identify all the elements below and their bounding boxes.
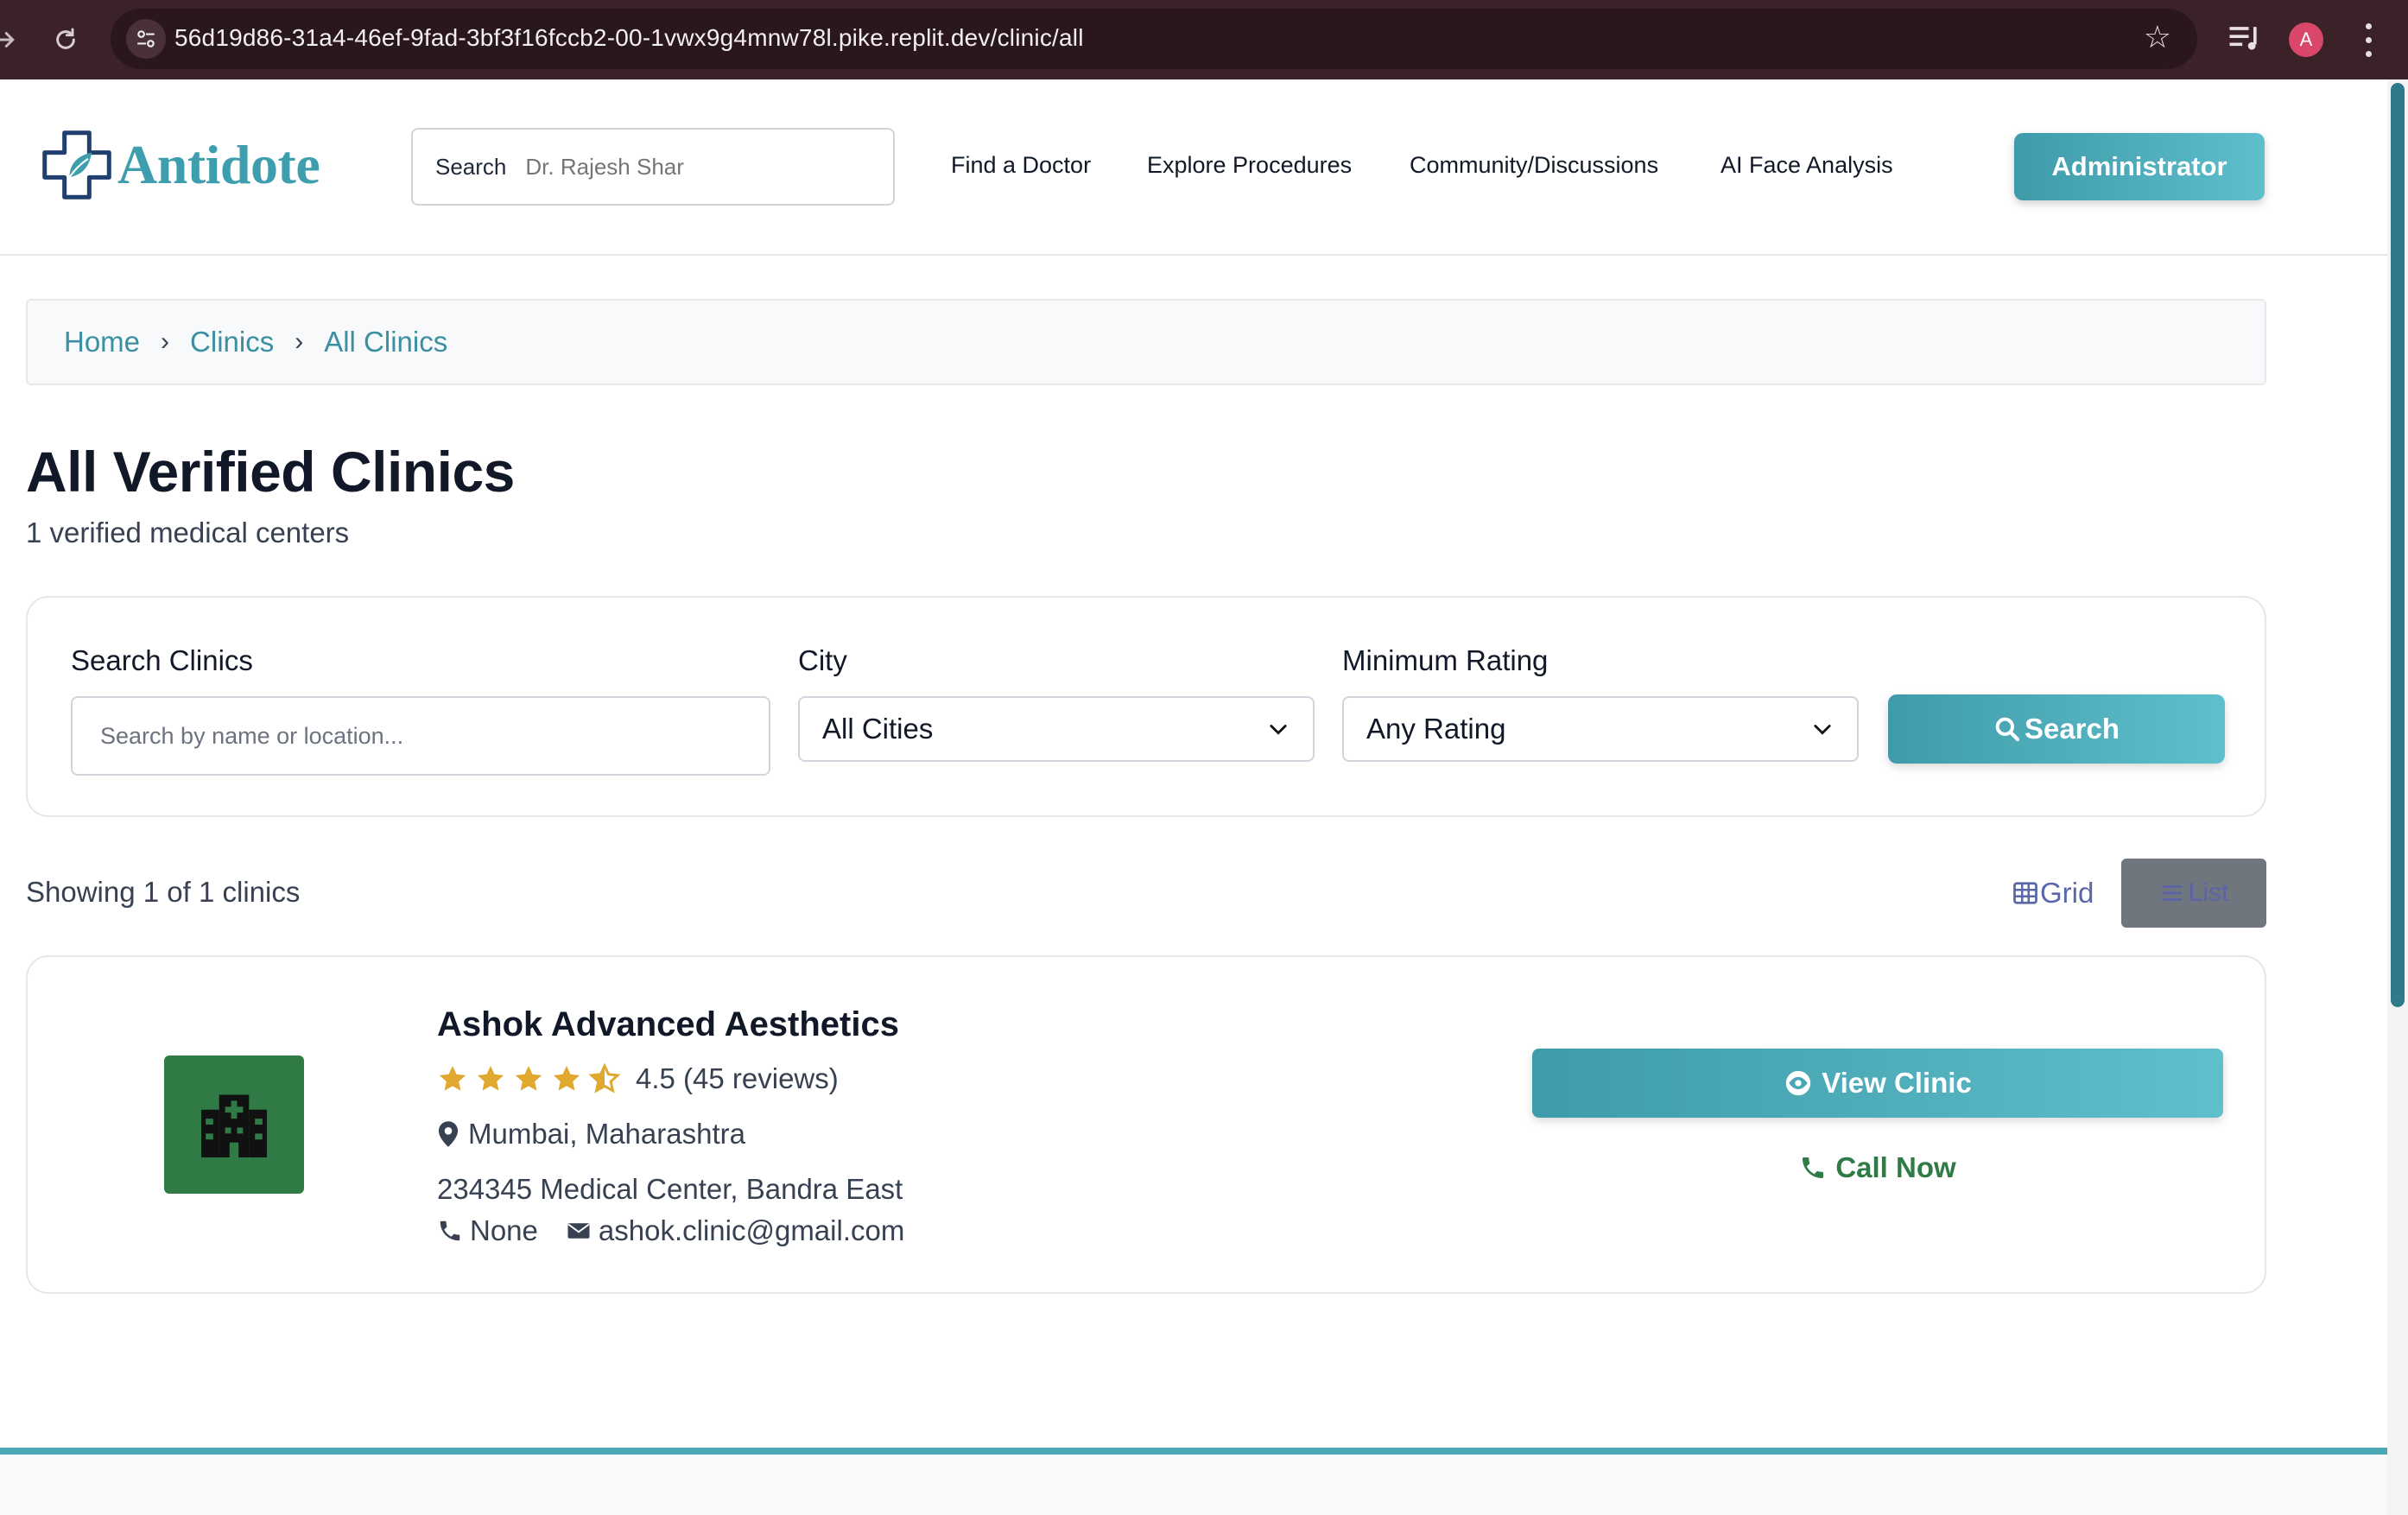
- browser-menu-icon[interactable]: [2356, 19, 2380, 60]
- grid-label: Grid: [2040, 877, 2094, 909]
- clinic-city-text: Mumbai, Maharashtra: [468, 1118, 745, 1150]
- list-label: List: [2188, 878, 2229, 907]
- city-select-value: All Cities: [822, 713, 934, 745]
- city-select[interactable]: All Cities: [798, 696, 1315, 762]
- clinic-rating: 4.5 (45 reviews): [437, 1062, 839, 1095]
- site-logo[interactable]: Antidote: [40, 128, 320, 202]
- breadcrumb-clinics[interactable]: Clinics: [190, 326, 274, 358]
- chevron-right-icon: ›: [295, 327, 304, 356]
- filter-card: Search Clinics Search by name or locatio…: [26, 596, 2266, 817]
- phone-icon: [440, 1220, 460, 1241]
- nav-find-doctor[interactable]: Find a Doctor: [951, 152, 1091, 179]
- url-text: 56d19d86-31a4-46ef-9fad-3bf3f16fccb2-00-…: [174, 24, 1084, 51]
- nav-ai-face-analysis[interactable]: AI Face Analysis: [1720, 152, 1893, 179]
- results-count: Showing 1 of 1 clinics: [26, 876, 301, 908]
- envelope-icon: [567, 1223, 590, 1239]
- clinic-phone: None: [470, 1214, 538, 1246]
- header-search-label: Search: [435, 153, 507, 180]
- rating-select-value: Any Rating: [1366, 713, 1506, 745]
- search-button-label: Search: [2024, 713, 2120, 745]
- phone-icon: [1803, 1157, 1824, 1178]
- search-icon: [1995, 717, 2020, 742]
- header-search-input[interactable]: [525, 153, 854, 181]
- breadcrumb-home[interactable]: Home: [64, 326, 140, 358]
- grid-view-toggle[interactable]: Grid: [1995, 859, 2111, 928]
- eye-icon: [1786, 1070, 1811, 1096]
- list-view-toggle[interactable]: List: [2121, 859, 2266, 928]
- forward-icon[interactable]: [0, 16, 29, 64]
- city-label: City: [798, 644, 847, 676]
- address-bar[interactable]: 56d19d86-31a4-46ef-9fad-3bf3f16fccb2-00-…: [111, 9, 2197, 69]
- clinic-email[interactable]: ashok.clinic@gmail.com: [599, 1214, 904, 1247]
- clinic-contact: None ashok.clinic@gmail.com: [437, 1214, 904, 1247]
- clinic-card: Ashok Advanced Aesthetics 4.5 (45 review…: [26, 955, 2266, 1294]
- administrator-button[interactable]: Administrator: [2014, 133, 2265, 200]
- chevron-down-icon: [1270, 725, 1287, 735]
- profile-avatar[interactable]: A: [2289, 22, 2323, 57]
- view-clinic-button[interactable]: View Clinic: [1532, 1049, 2223, 1118]
- bookmark-star-icon[interactable]: ☆: [2144, 19, 2171, 55]
- logo-wordmark: Antidote: [117, 134, 320, 195]
- clinic-name[interactable]: Ashok Advanced Aesthetics: [437, 1005, 899, 1044]
- star-half-icon: [589, 1063, 620, 1093]
- search-button[interactable]: Search: [1888, 694, 2225, 764]
- page-subtitle: 1 verified medical centers: [26, 517, 350, 548]
- breadcrumb-all-clinics[interactable]: All Clinics: [324, 326, 447, 358]
- footer: [0, 1455, 2387, 1515]
- view-clinic-label: View Clinic: [1822, 1067, 1972, 1099]
- rating-text: 4.5 (45 reviews): [636, 1062, 839, 1094]
- star-icon: [478, 1066, 504, 1091]
- search-clinics-label: Search Clinics: [71, 644, 253, 676]
- chevron-down-icon: [1814, 725, 1831, 735]
- minimum-rating-label: Minimum Rating: [1342, 644, 1549, 676]
- rating-select[interactable]: Any Rating: [1342, 696, 1859, 762]
- grid-icon: [2013, 882, 2037, 904]
- map-pin-icon: [438, 1121, 459, 1147]
- browser-toolbar: 56d19d86-31a4-46ef-9fad-3bf3f16fccb2-00-…: [0, 0, 2408, 79]
- clinic-search-input[interactable]: Search by name or location...: [71, 696, 770, 776]
- page-title: All Verified Clinics: [26, 440, 515, 504]
- star-icon: [554, 1066, 580, 1091]
- chevron-right-icon: ›: [161, 327, 170, 356]
- list-icon: [2162, 885, 2182, 901]
- footer-divider: [0, 1448, 2387, 1455]
- medical-cross-leaf-icon: [42, 130, 111, 200]
- nav-community[interactable]: Community/Discussions: [1410, 152, 1658, 179]
- clinic-logo: [164, 1055, 304, 1194]
- hospital-icon: [201, 1094, 267, 1157]
- reload-icon[interactable]: [41, 16, 90, 64]
- clinic-address: 234345 Medical Center, Bandra East: [437, 1173, 903, 1205]
- call-now-label: Call Now: [1835, 1151, 1956, 1183]
- call-now-button[interactable]: Call Now: [1532, 1142, 2223, 1194]
- star-icon: [440, 1066, 466, 1091]
- media-controls-icon[interactable]: [2225, 19, 2263, 57]
- clinic-location: Mumbai, Maharashtra: [437, 1118, 745, 1151]
- scrollbar-thumb[interactable]: [2391, 83, 2405, 1007]
- star-icon: [516, 1066, 542, 1091]
- nav-explore-procedures[interactable]: Explore Procedures: [1147, 152, 1352, 179]
- site-header: Antidote Search Find a Doctor Explore Pr…: [0, 79, 2387, 256]
- site-settings-icon[interactable]: [126, 19, 166, 59]
- breadcrumb: Home › Clinics › All Clinics: [26, 299, 2266, 385]
- header-search[interactable]: Search: [411, 128, 895, 206]
